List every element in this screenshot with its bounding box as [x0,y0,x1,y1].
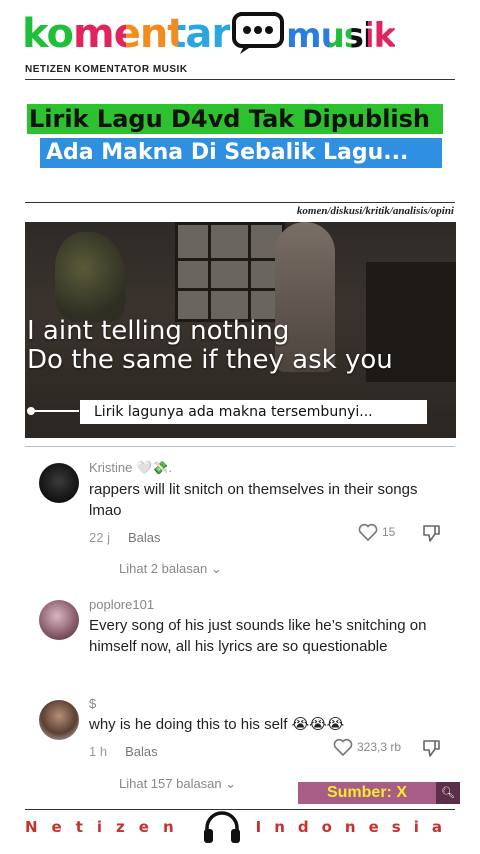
divider [25,446,455,447]
like-button[interactable]: 323,3 rb [333,738,401,756]
comment-username[interactable]: $ [89,696,96,711]
comment-time: 1 h [89,744,108,759]
comment-username[interactable]: poplore101 [89,597,154,612]
lyric-line2: Do the same if they ask you [27,345,393,375]
logo-text-komentar: komentar [22,11,231,57]
footer-text-left: Netizen [25,818,188,836]
divider [25,202,455,203]
view-replies-label: Lihat 2 balasan [119,561,208,576]
plant-shape [55,232,125,322]
heart-icon [358,523,378,541]
headline-line2: Ada Makna Di Sebalik Lagu... [40,138,442,168]
comment-time: 22 j [89,530,110,545]
chevron-down-icon: ⌄ [225,776,237,791]
heart-icon [333,738,353,756]
window-shape [175,222,285,322]
like-count: 15 [382,525,396,539]
comment-text: rappers will lit snitch on themselves in… [89,481,418,519]
reply-button[interactable]: Balas [125,744,158,759]
footer-banner: Netizen Indonesia [25,811,455,843]
search-icon[interactable]: 🔍︎ [436,782,460,804]
logo-text-musik: musik [286,16,396,56]
view-replies-link[interactable]: Lihat 157 balasan ⌄ [119,776,236,792]
source-label: Sumber: X [298,782,436,804]
comment-text: Every song of his just sounds like he’s … [89,617,427,655]
view-replies-link[interactable]: Lihat 2 balasan ⌄ [119,561,222,577]
avatar[interactable] [39,700,79,740]
video-caption: Lirik lagunya ada makna tersembunyi... [80,400,427,424]
comment-text: why is he doing this to his self 😭😭😭 [89,716,345,733]
logo-word-komentar: komentar [22,11,231,57]
view-replies-label: Lihat 157 balasan [119,776,222,791]
chevron-down-icon: ⌄ [210,561,222,576]
lyric-line1: I aint telling nothing [27,316,290,346]
tagline: NETIZEN KOMENTATOR MUSIK [25,64,188,75]
like-button[interactable]: 15 [358,523,395,541]
footer-text-right: Indonesia [255,818,455,836]
avatar[interactable] [39,463,79,503]
like-count: 323,3 rb [357,740,402,754]
logo-word-musik: musik [286,14,396,56]
divider [25,79,455,80]
video-scrubber[interactable] [27,407,79,415]
headphones-icon [203,811,240,843]
comment-meta: 22 j Balas [89,530,161,545]
source-badge: Sumber: X 🔍︎ [298,782,460,804]
dislike-icon[interactable] [421,523,441,543]
comment-username[interactable]: Kristine 🤍💸. [89,460,172,476]
reply-button[interactable]: Balas [128,530,161,545]
brand-logo: komentar musik [22,8,458,60]
comment-meta: 1 h Balas [89,744,158,759]
category-tags: komen/diskusi/kritik/analisis/opini [296,205,454,217]
dislike-icon[interactable] [421,738,441,758]
headline-line1: Lirik Lagu D4vd Tak Dipublish [27,104,443,134]
avatar[interactable] [39,600,79,640]
speech-bubble-icon [232,12,285,54]
video-frame[interactable]: I aint telling nothing Do the same if th… [25,222,456,438]
